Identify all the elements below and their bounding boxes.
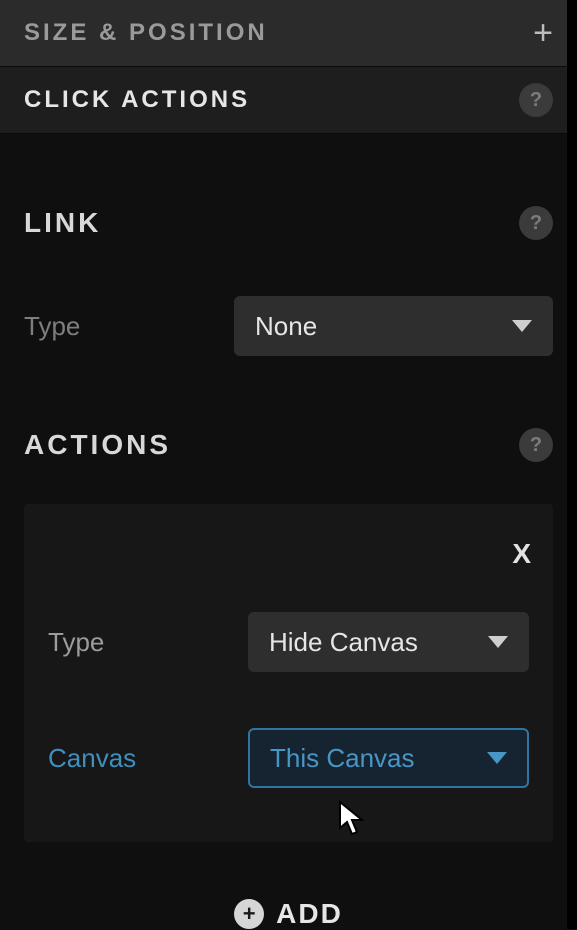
actions-subheader: ACTIONS ?: [24, 428, 553, 462]
help-icon[interactable]: ?: [519, 428, 553, 462]
help-icon[interactable]: ?: [519, 83, 553, 117]
chevron-down-icon: [487, 752, 507, 764]
right-edge-strip: [567, 0, 577, 929]
size-position-title: SIZE & POSITION: [24, 19, 268, 47]
chevron-down-icon: [512, 320, 532, 332]
action-canvas-value: This Canvas: [270, 743, 415, 774]
add-action-button[interactable]: + ADD: [24, 898, 553, 930]
link-type-select[interactable]: None: [234, 296, 553, 356]
click-actions-header[interactable]: CLICK ACTIONS ?: [0, 67, 577, 134]
action-canvas-label: Canvas: [48, 743, 248, 774]
action-type-select[interactable]: Hide Canvas: [248, 612, 529, 672]
action-type-label: Type: [48, 627, 248, 658]
actions-heading: ACTIONS: [24, 429, 171, 461]
click-actions-title: CLICK ACTIONS: [24, 86, 250, 114]
chevron-down-icon: [488, 636, 508, 648]
link-type-label: Type: [24, 311, 234, 342]
close-icon[interactable]: X: [512, 538, 531, 570]
link-heading: LINK: [24, 207, 101, 239]
add-label: ADD: [276, 898, 343, 930]
action-card: X Type Hide Canvas Canvas This Canvas: [24, 504, 553, 842]
action-type-row: Type Hide Canvas: [48, 612, 529, 672]
link-type-row: Type None: [24, 296, 553, 356]
action-canvas-row: Canvas This Canvas: [48, 728, 529, 788]
size-position-header[interactable]: SIZE & POSITION +: [0, 0, 577, 67]
plus-circle-icon: +: [234, 899, 264, 929]
plus-icon[interactable]: +: [533, 16, 553, 50]
action-type-value: Hide Canvas: [269, 627, 418, 658]
help-icon[interactable]: ?: [519, 206, 553, 240]
link-type-value: None: [255, 311, 317, 342]
link-subheader: LINK ?: [24, 206, 553, 240]
action-canvas-select[interactable]: This Canvas: [248, 728, 529, 788]
